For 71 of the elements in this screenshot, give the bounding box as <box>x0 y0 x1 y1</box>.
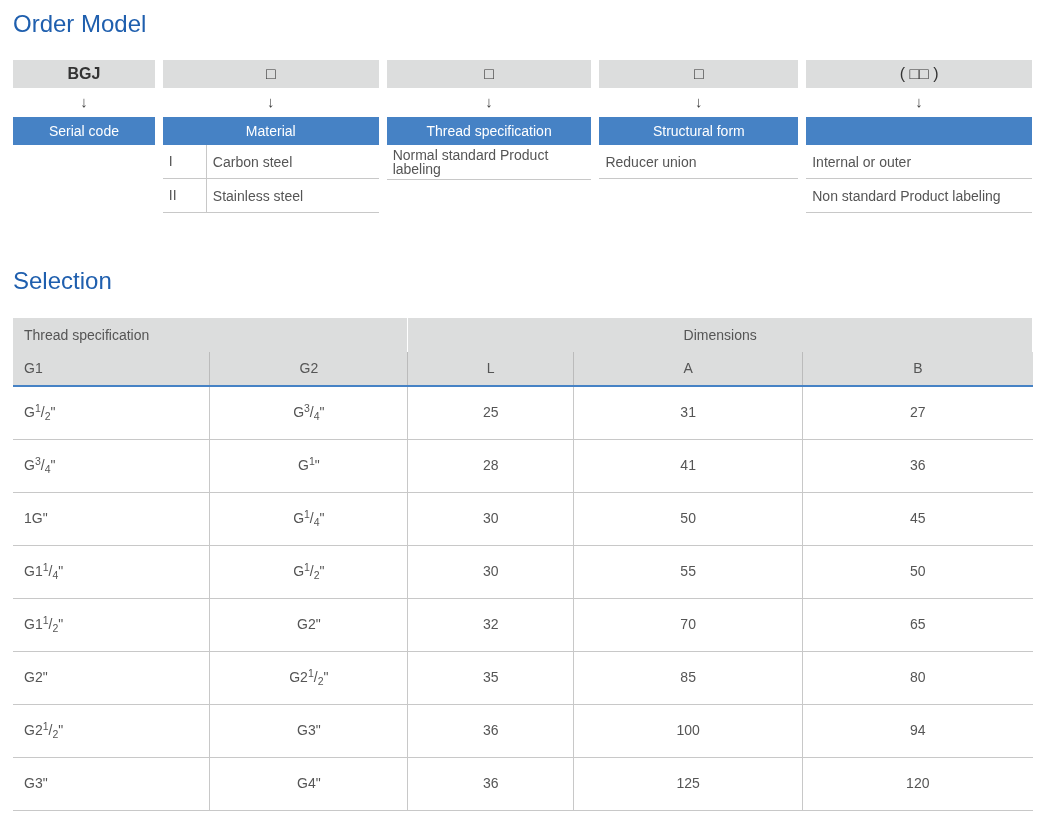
table-cell: 30 <box>407 545 574 598</box>
column-header: A <box>573 352 803 386</box>
table-cell: 94 <box>802 704 1033 757</box>
table-cell: G2" <box>13 651 210 704</box>
section-title: Order Model <box>13 9 147 39</box>
table-cell: G$^{1}$/$_{4}$" <box>209 492 408 545</box>
table-cell: 55 <box>573 545 803 598</box>
code-box: □ <box>386 60 592 88</box>
code-box: ( □□ ) <box>806 60 1032 88</box>
table-cell: G1$^{1}$/$_{2}$" <box>13 598 210 651</box>
table-cell: G4" <box>209 757 408 810</box>
table-cell: 50 <box>573 492 803 545</box>
table-cell: 50 <box>802 545 1033 598</box>
table-cell: 65 <box>802 598 1033 651</box>
category-header: Serial code <box>13 117 155 145</box>
table-cell: 100 <box>573 704 803 757</box>
down-arrow: ↓ <box>80 92 88 113</box>
table-cell: G$^{1}$/$_{2}$" <box>13 386 210 439</box>
table-cell: 25 <box>407 386 574 439</box>
code-box: □ <box>599 60 799 88</box>
table-cell: 31 <box>573 386 803 439</box>
category-header: Thread specification <box>386 117 592 145</box>
table-cell: 30 <box>407 492 574 545</box>
down-arrow: ↓ <box>915 92 923 113</box>
option-code: II <box>162 179 207 212</box>
down-arrow: ↓ <box>485 92 493 113</box>
table-cell: 125 <box>573 757 803 810</box>
column-header: G2 <box>209 352 408 386</box>
table-cell: 85 <box>573 651 803 704</box>
column-header: G1 <box>13 352 210 386</box>
table-cell: 27 <box>802 386 1033 439</box>
down-arrow: ↓ <box>695 92 703 113</box>
code-box: □ <box>162 60 379 88</box>
table-cell: 35 <box>407 651 574 704</box>
table-cell: G$^{3}$/$_{4}$" <box>209 386 408 439</box>
table-cell: G2$^{1}$/$_{2}$" <box>209 651 408 704</box>
table-cell: 120 <box>802 757 1033 810</box>
option-text: Normal standard Product labeling <box>391 146 550 179</box>
group-header: Dimensions <box>407 318 1033 352</box>
table-cell: 70 <box>573 598 803 651</box>
code-box: BGJ <box>13 60 155 88</box>
table-cell: 80 <box>802 651 1033 704</box>
table-cell: G$^{3}$/$_{4}$" <box>13 439 210 492</box>
option-text: Non standard Product labeling <box>811 186 1001 206</box>
option-code: I <box>162 145 207 178</box>
table-cell: G1$^{1}$/$_{4}$" <box>13 545 210 598</box>
table-cell: 32 <box>407 598 574 651</box>
table-cell: G$^{1}$" <box>209 439 408 492</box>
down-arrow: ↓ <box>267 92 275 113</box>
table-cell: 1G" <box>13 492 210 545</box>
table-cell: 45 <box>802 492 1033 545</box>
group-header: Thread specification <box>13 318 408 352</box>
table-cell: 36 <box>407 704 574 757</box>
table-cell: G3" <box>209 704 408 757</box>
table-cell: 36 <box>802 439 1033 492</box>
table-cell: G3" <box>13 757 210 810</box>
table-cell: G$^{1}$/$_{2}$" <box>209 545 408 598</box>
table-cell: G2" <box>209 598 408 651</box>
section-title: Selection <box>13 266 112 296</box>
option-text: Internal or outer <box>811 152 912 172</box>
option-text: Reducer union <box>604 152 697 172</box>
table-cell: G2$^{1}$/$_{2}$" <box>13 704 210 757</box>
category-header: Structural form <box>599 117 799 145</box>
table-cell: 28 <box>407 439 574 492</box>
column-header: L <box>407 352 574 386</box>
option-text: Stainless steel <box>211 186 304 206</box>
category-header: Material <box>162 117 379 145</box>
table-cell: 36 <box>407 757 574 810</box>
option-text: Carbon steel <box>211 152 293 172</box>
column-header: B <box>802 352 1033 386</box>
table-cell: 41 <box>573 439 803 492</box>
